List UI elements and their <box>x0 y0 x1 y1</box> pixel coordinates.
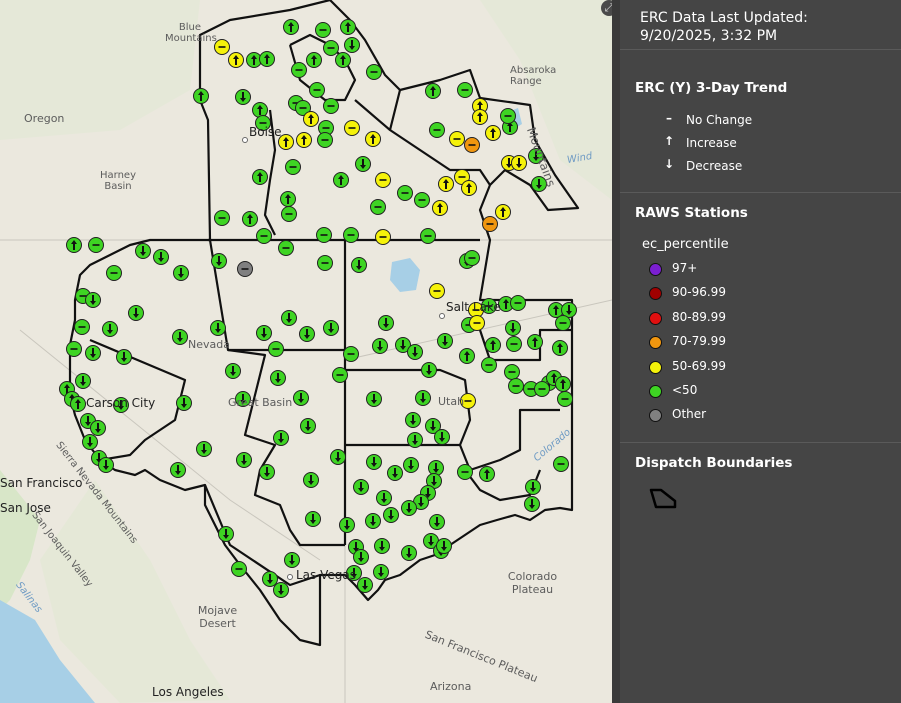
city-dot <box>439 313 445 319</box>
legend-swatch <box>649 263 662 276</box>
map-label-colorado-plateau: Colorado Plateau <box>507 570 558 596</box>
map-view[interactable]: Oregon Blue Mountains Harney Basin Boise… <box>0 0 612 703</box>
map-label-san-jose: San Jose <box>0 501 51 515</box>
no-change-icon: – <box>666 111 672 125</box>
legend-swatch <box>649 384 662 398</box>
raws-legend-label: 70-79.99 <box>672 334 726 349</box>
legend-swatch <box>649 336 662 350</box>
increase-arrow-icon: ↑ <box>664 134 675 148</box>
raws-legend-label: <50 <box>672 382 698 397</box>
map-label-blue-mountains: Blue Mountains <box>165 22 217 44</box>
city-dot <box>242 137 248 143</box>
map-label-san-francisco: San Francisco <box>0 476 83 490</box>
trend-legend-label: Decrease <box>686 159 743 173</box>
map-label-carson-city: Carson City <box>86 396 156 410</box>
map-label-mojave-desert: Mojave Desert <box>197 604 238 630</box>
raws-legend-label: 97+ <box>672 261 698 275</box>
dispatch-legend-title: Dispatch Boundaries <box>635 454 793 471</box>
raws-field-name: ec_percentile <box>642 237 729 252</box>
map-label-absaroka-range: Absaroka Range <box>510 65 557 87</box>
raws-legend: 97+ 90-96.99 80-89.99 70-79.99 50-69.99 <50 Ot… <box>620 260 901 431</box>
updated-label: ERC Data Last Updated: <box>640 10 808 26</box>
raws-legend-label: 50-69.99 <box>672 358 726 373</box>
map-label-nevada: Nevada <box>188 338 230 351</box>
map-label-las-vegas: Las Vegas <box>296 568 356 582</box>
map-label-los-angeles: Los Angeles <box>152 685 224 699</box>
map-label-boise: Boise <box>249 125 282 139</box>
map-label-great-basin: Great Basin <box>228 396 293 409</box>
raws-legend-item: 80-89.99 <box>620 309 901 333</box>
trend-legend-item: ↑ Increase <box>620 134 901 157</box>
trend-legend-label: No Change <box>686 113 753 127</box>
map-label-oregon: Oregon <box>24 112 65 125</box>
trend-legend-item: – No Change <box>620 111 901 134</box>
legend-swatch <box>649 287 662 301</box>
raws-legend-label: 90-96.99 <box>672 285 726 300</box>
decrease-arrow-icon: ↓ <box>664 157 675 171</box>
map-canvas <box>0 0 612 703</box>
map-label-salt-lake: Salt Lake <box>446 300 501 314</box>
legend-swatch <box>649 311 662 325</box>
trend-legend-item: ↓ Decrease <box>620 157 901 180</box>
raws-legend-label: 80-89.99 <box>672 309 726 324</box>
raws-legend-item: 70-79.99 <box>620 333 901 357</box>
trend-legend-title: ERC (Y) 3-Day Trend <box>635 80 788 96</box>
legend-panel: ERC Data Last Updated: 9/20/2025, 3:32 P… <box>612 0 901 703</box>
map-label-harney-basin: Harney Basin <box>100 170 136 192</box>
raws-legend-item: <50 <box>620 382 901 406</box>
dispatch-boundary-swatch <box>649 488 677 508</box>
data-updated-block: ERC Data Last Updated: 9/20/2025, 3:32 P… <box>620 0 901 49</box>
expand-icon[interactable]: ⤢ <box>601 0 612 16</box>
raws-legend-item: 50-69.99 <box>620 358 901 382</box>
raws-legend-title: RAWS Stations <box>635 205 748 221</box>
trend-legend-label: Increase <box>686 136 737 150</box>
legend-swatch <box>649 409 662 423</box>
trend-legend: – No Change ↑ Increase ↓ Decrease <box>620 111 901 180</box>
city-dot <box>287 574 293 580</box>
raws-legend-item: 97+ <box>620 260 901 284</box>
updated-value: 9/20/2025, 3:32 PM <box>640 28 778 44</box>
legend-swatch <box>649 360 662 374</box>
raws-legend-item: 90-96.99 <box>620 284 901 308</box>
raws-legend-label: Other <box>672 407 707 422</box>
legend-content: ERC Data Last Updated: 9/20/2025, 3:32 P… <box>620 0 901 703</box>
map-label-utah: Utah <box>438 395 465 408</box>
map-label-arizona: Arizona <box>430 680 472 693</box>
raws-legend-item: Other <box>620 406 901 430</box>
